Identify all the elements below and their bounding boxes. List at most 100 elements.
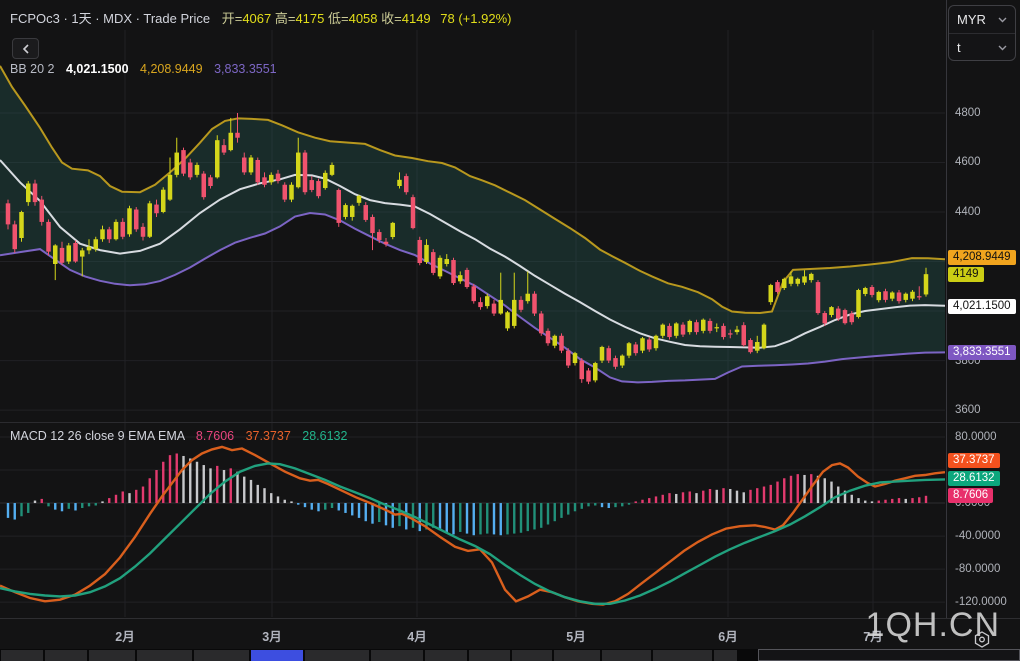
bottom-segment[interactable] xyxy=(469,650,510,661)
candle-body xyxy=(127,208,132,234)
chart-canvas[interactable] xyxy=(0,0,945,618)
ohlc-label: 开= xyxy=(222,11,243,26)
macd-histogram-bar xyxy=(614,503,616,507)
macd-signal-line xyxy=(0,463,945,603)
currency-selector: MYR t xyxy=(948,5,1016,61)
chevron-down-icon xyxy=(998,17,1007,23)
candle-body xyxy=(647,340,652,350)
macd-histogram-bar xyxy=(743,492,745,503)
currency-dropdown[interactable]: MYR xyxy=(949,6,1015,33)
macd-histogram-bar xyxy=(925,496,927,503)
candle-body xyxy=(323,173,328,188)
macd-histogram-bar xyxy=(324,503,326,510)
macd-histogram-bar xyxy=(20,503,22,516)
hist-value-chip: 8.7606 xyxy=(948,488,993,503)
candle-body xyxy=(6,203,11,224)
range-box[interactable] xyxy=(758,649,1020,661)
macd-histogram-bar xyxy=(466,503,468,534)
macd-histogram-bar xyxy=(7,503,9,518)
ohlc-value: 4149 xyxy=(402,11,435,26)
month-label[interactable]: 6月 xyxy=(708,626,748,645)
candle-body xyxy=(262,177,267,184)
month-label[interactable]: 3月 xyxy=(252,626,292,645)
macd-histogram-bar xyxy=(513,503,515,534)
macd-histogram-bar xyxy=(878,501,880,503)
candle-body xyxy=(13,224,18,249)
candle-body xyxy=(445,259,450,264)
candle-body xyxy=(107,229,112,239)
candle-body xyxy=(904,294,909,300)
macd-histogram-bar xyxy=(527,503,529,531)
candle-body xyxy=(613,358,618,367)
month-label[interactable]: 2月 xyxy=(105,626,145,645)
bottom-segment[interactable] xyxy=(45,650,87,661)
candle-body xyxy=(67,245,72,261)
bottom-segment[interactable] xyxy=(512,650,552,661)
candle-body xyxy=(208,177,213,186)
bottom-segment[interactable] xyxy=(137,650,192,661)
bb-lower-price-chip: 3,833.3551 xyxy=(948,345,1016,360)
macd-histogram-bar xyxy=(763,487,765,504)
candle-body xyxy=(276,174,281,181)
macd-histogram-bar xyxy=(668,493,670,503)
unit-dropdown[interactable]: t xyxy=(949,33,1015,61)
bottom-segment[interactable] xyxy=(554,650,600,661)
candle-body xyxy=(411,197,416,228)
bottom-segment[interactable] xyxy=(89,650,135,661)
ohlc-values: 开=4067 高=4175 低=4058 收=4149 xyxy=(222,11,435,26)
ohlc-value: 4058 xyxy=(349,11,382,26)
macd-histogram-bar xyxy=(473,503,475,535)
macd-histogram-bar xyxy=(54,503,56,510)
bb-upper-price-chip: 4,208.9449 xyxy=(948,250,1016,265)
macd-histogram-bar xyxy=(709,489,711,503)
candle-body xyxy=(512,300,517,326)
bottom-segment-active[interactable] xyxy=(251,650,303,661)
candle-body xyxy=(256,160,261,182)
candle-body xyxy=(377,232,382,240)
candle-body xyxy=(73,243,78,262)
macd-histogram-bar xyxy=(493,503,495,534)
macd-histogram-bar xyxy=(270,493,272,503)
candle-body xyxy=(296,153,301,188)
bottom-scroll-bar[interactable] xyxy=(0,649,1020,661)
candle-body xyxy=(640,338,645,350)
candle-body xyxy=(634,344,639,353)
macd-histogram-bar xyxy=(756,488,758,503)
macd-histogram-bar xyxy=(290,501,292,503)
macd-histogram-bar xyxy=(277,496,279,503)
macd-histogram-bar xyxy=(567,503,569,515)
candle-body xyxy=(485,296,490,306)
candle-body xyxy=(505,312,510,328)
pane-divider[interactable] xyxy=(0,422,1020,423)
candle-body xyxy=(357,196,362,203)
candle-body xyxy=(586,370,591,381)
macd-histogram-bar xyxy=(628,503,630,505)
bottom-segment[interactable] xyxy=(602,650,651,661)
bottom-segment[interactable] xyxy=(194,650,249,661)
macd-histogram-bar xyxy=(196,462,198,503)
month-label[interactable]: 4月 xyxy=(397,626,437,645)
macd-histogram-bar xyxy=(655,496,657,503)
macd-histogram-bar xyxy=(74,503,76,510)
bottom-segment[interactable] xyxy=(1,650,43,661)
settings-hexagon-icon[interactable] xyxy=(971,630,993,650)
price-axis[interactable]: 4800460044003800360080.00000.0000-40.000… xyxy=(946,0,1020,648)
axis-tick-label: 4800 xyxy=(955,107,981,119)
macd-histogram-bar xyxy=(716,490,718,503)
bottom-segment[interactable] xyxy=(371,650,423,661)
bottom-segment[interactable] xyxy=(425,650,467,661)
bottom-segment[interactable] xyxy=(714,650,737,661)
macd-histogram-bar xyxy=(47,503,49,506)
month-label[interactable]: 5月 xyxy=(556,626,596,645)
macd-histogram-bar xyxy=(540,503,542,528)
bottom-segment[interactable] xyxy=(305,650,369,661)
bottom-segment[interactable] xyxy=(653,650,712,661)
back-button[interactable] xyxy=(12,38,39,59)
candle-body xyxy=(418,240,423,263)
candle-body xyxy=(559,336,564,351)
macd-histogram-bar xyxy=(776,482,778,503)
macd-histogram-bar xyxy=(169,455,171,503)
candle-body xyxy=(789,276,794,283)
candle-body xyxy=(870,287,875,295)
candle-body xyxy=(627,343,632,355)
